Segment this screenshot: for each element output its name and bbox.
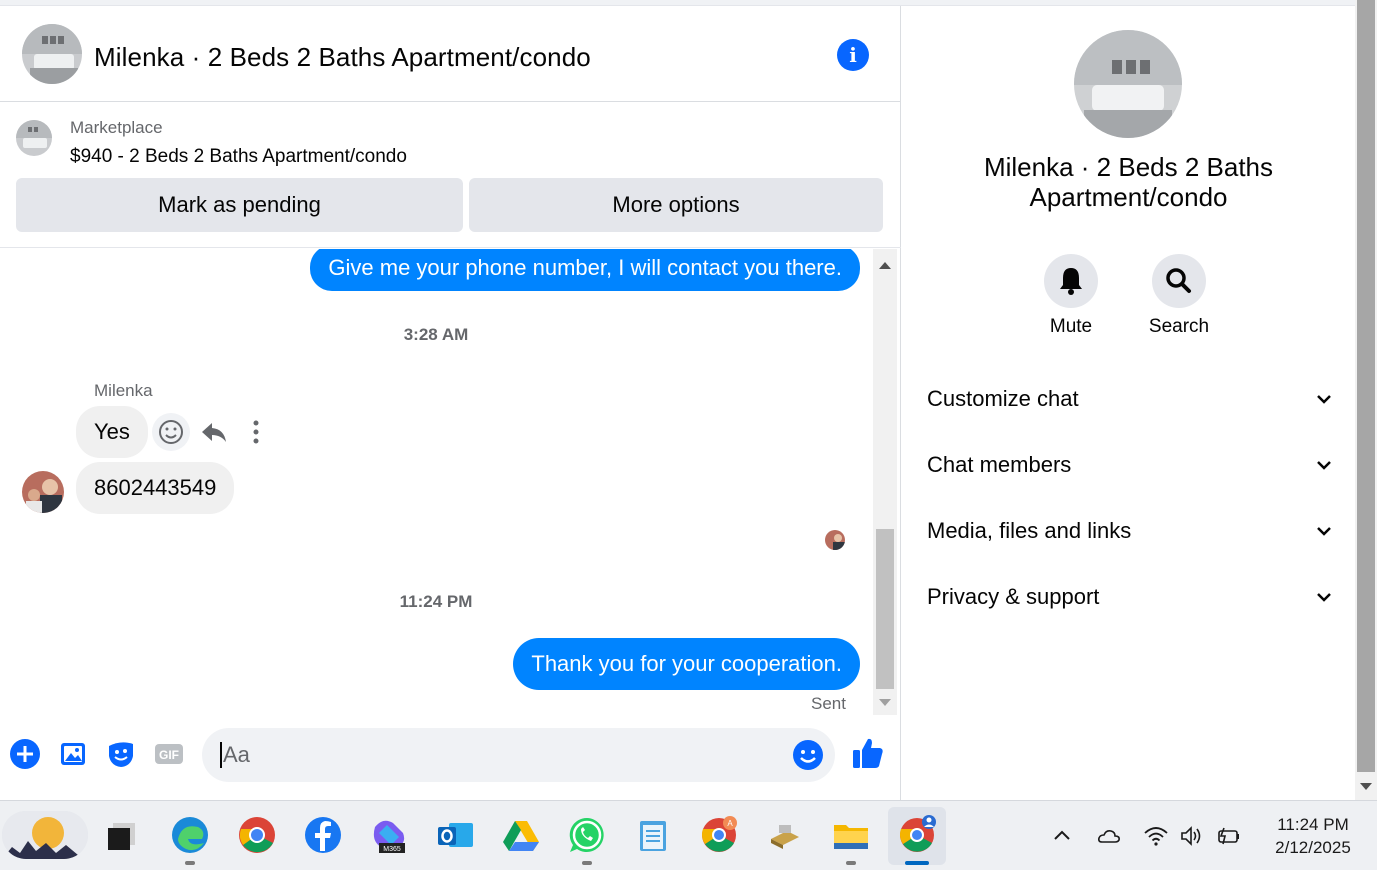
chrome-profile-icon[interactable]: A [699, 815, 739, 855]
chat-info-panel: Milenka · 2 Beds 2 Baths Apartment/condo… [902, 6, 1355, 800]
marketplace-label: Marketplace [70, 118, 163, 137]
section-label: Privacy & support [927, 584, 1100, 609]
chrome-active-app[interactable] [888, 807, 946, 865]
incoming-message[interactable]: Yes [76, 406, 148, 458]
section-chat-members[interactable]: Chat members [927, 445, 1332, 485]
sender-name: Milenka [94, 381, 153, 400]
outgoing-message[interactable]: Thank you for your cooperation. [513, 638, 860, 690]
outlook-icon[interactable] [435, 815, 475, 855]
search-icon [1166, 268, 1191, 293]
sender-avatar[interactable] [22, 471, 64, 513]
app-icon[interactable] [765, 815, 805, 855]
chevron-down-icon [1317, 593, 1331, 602]
widgets-button[interactable] [2, 811, 88, 859]
chevron-down-icon [1317, 527, 1331, 536]
listing-avatar[interactable] [22, 24, 82, 84]
info-avatar[interactable] [1074, 30, 1182, 138]
window-scroll-down-arrow[interactable] [1360, 783, 1372, 790]
incoming-message[interactable]: 8602443549 [76, 462, 235, 514]
message-input-placeholder: Aa [220, 742, 250, 768]
info-icon[interactable]: i [837, 39, 869, 71]
mute-button[interactable] [1044, 254, 1098, 308]
message-list[interactable]: Give me your phone number, I will contac… [0, 249, 872, 715]
react-smiley-icon[interactable] [152, 413, 190, 451]
widgets-moon-icon [2, 811, 88, 859]
running-indicator [846, 861, 856, 865]
chat-title[interactable]: Milenka · 2 Beds 2 Baths Apartment/condo [94, 42, 591, 73]
active-indicator [905, 861, 929, 865]
chevron-down-icon [1317, 461, 1331, 470]
window-scrollbar[interactable] [1355, 0, 1377, 800]
svg-text:M365: M365 [383, 846, 401, 853]
message-input[interactable]: Aa [202, 728, 835, 782]
section-customize-chat[interactable]: Customize chat [927, 379, 1332, 419]
clock-date: 2/12/2025 [1275, 838, 1351, 857]
section-label: Customize chat [927, 386, 1079, 411]
sent-status: Sent [811, 694, 846, 713]
scroll-thumb[interactable] [876, 529, 894, 689]
chrome-icon[interactable] [237, 815, 277, 855]
notepad-icon[interactable] [633, 815, 673, 855]
scroll-down-arrow[interactable] [879, 699, 891, 706]
outgoing-message[interactable]: Give me your phone number, I will contac… [310, 249, 860, 291]
google-drive-icon[interactable] [501, 815, 541, 855]
volume-icon[interactable] [1179, 823, 1205, 849]
more-actions-icon[interactable] [237, 413, 275, 451]
bell-icon [1060, 268, 1082, 295]
emoji-icon[interactable] [792, 739, 824, 771]
chevron-down-icon [1317, 395, 1331, 404]
microsoft-365-icon[interactable]: M365 [369, 815, 409, 855]
wifi-icon[interactable] [1143, 823, 1169, 849]
marketplace-banner: Marketplace $940 - 2 Beds 2 Baths Apartm… [0, 103, 901, 248]
search-label: Search [1148, 316, 1210, 337]
composer: GIF Aa [0, 721, 901, 791]
section-label: Chat members [927, 452, 1072, 477]
mark-as-pending-button[interactable]: Mark as pending [16, 178, 463, 232]
battery-icon[interactable] [1215, 823, 1241, 849]
running-indicator [582, 861, 592, 865]
show-hidden-icons[interactable] [1049, 823, 1075, 849]
onedrive-icon[interactable] [1096, 823, 1122, 849]
search-button[interactable] [1152, 254, 1206, 308]
photo-icon[interactable] [58, 738, 90, 770]
taskbar: M365 A 11:24 PM 2/12/2025 [0, 800, 1377, 870]
chat-header: Milenka · 2 Beds 2 Baths Apartment/condo… [0, 6, 901, 102]
reply-icon[interactable] [195, 413, 233, 451]
listing-thumbnail[interactable] [16, 120, 52, 156]
section-label: Media, files and links [927, 518, 1132, 543]
gif-icon[interactable]: GIF [153, 738, 185, 770]
section-privacy-support[interactable]: Privacy & support [927, 577, 1332, 617]
chat-pane: Milenka · 2 Beds 2 Baths Apartment/condo… [0, 6, 901, 800]
window-scroll-thumb[interactable] [1357, 0, 1375, 772]
task-view-icon[interactable] [103, 815, 143, 855]
thumbs-up-icon[interactable] [851, 735, 885, 771]
running-indicator [185, 861, 195, 865]
more-options-button[interactable]: More options [469, 178, 883, 232]
read-receipt-avatar [825, 530, 845, 550]
listing-title[interactable]: $940 - 2 Beds 2 Baths Apartment/condo [70, 146, 407, 168]
chrome-icon [897, 815, 937, 855]
timestamp: 3:28 AM [403, 325, 469, 344]
file-explorer-icon[interactable] [831, 815, 871, 865]
mute-label: Mute [1049, 316, 1093, 337]
sticker-icon[interactable] [105, 738, 137, 770]
system-clock[interactable]: 11:24 PM 2/12/2025 [1258, 813, 1368, 859]
section-media-files-links[interactable]: Media, files and links [927, 511, 1332, 551]
scroll-up-arrow[interactable] [879, 262, 891, 269]
plus-icon[interactable] [9, 738, 41, 770]
message-scrollbar[interactable] [873, 249, 897, 715]
svg-text:A: A [727, 819, 733, 828]
whatsapp-icon[interactable] [567, 815, 607, 865]
timestamp: 11:24 PM [399, 592, 473, 611]
svg-text:GIF: GIF [159, 748, 179, 762]
info-name: Milenka · 2 Beds 2 Baths Apartment/condo [983, 152, 1274, 212]
clock-time: 11:24 PM [1277, 815, 1349, 834]
facebook-icon[interactable] [303, 815, 343, 855]
edge-icon[interactable] [170, 815, 210, 865]
